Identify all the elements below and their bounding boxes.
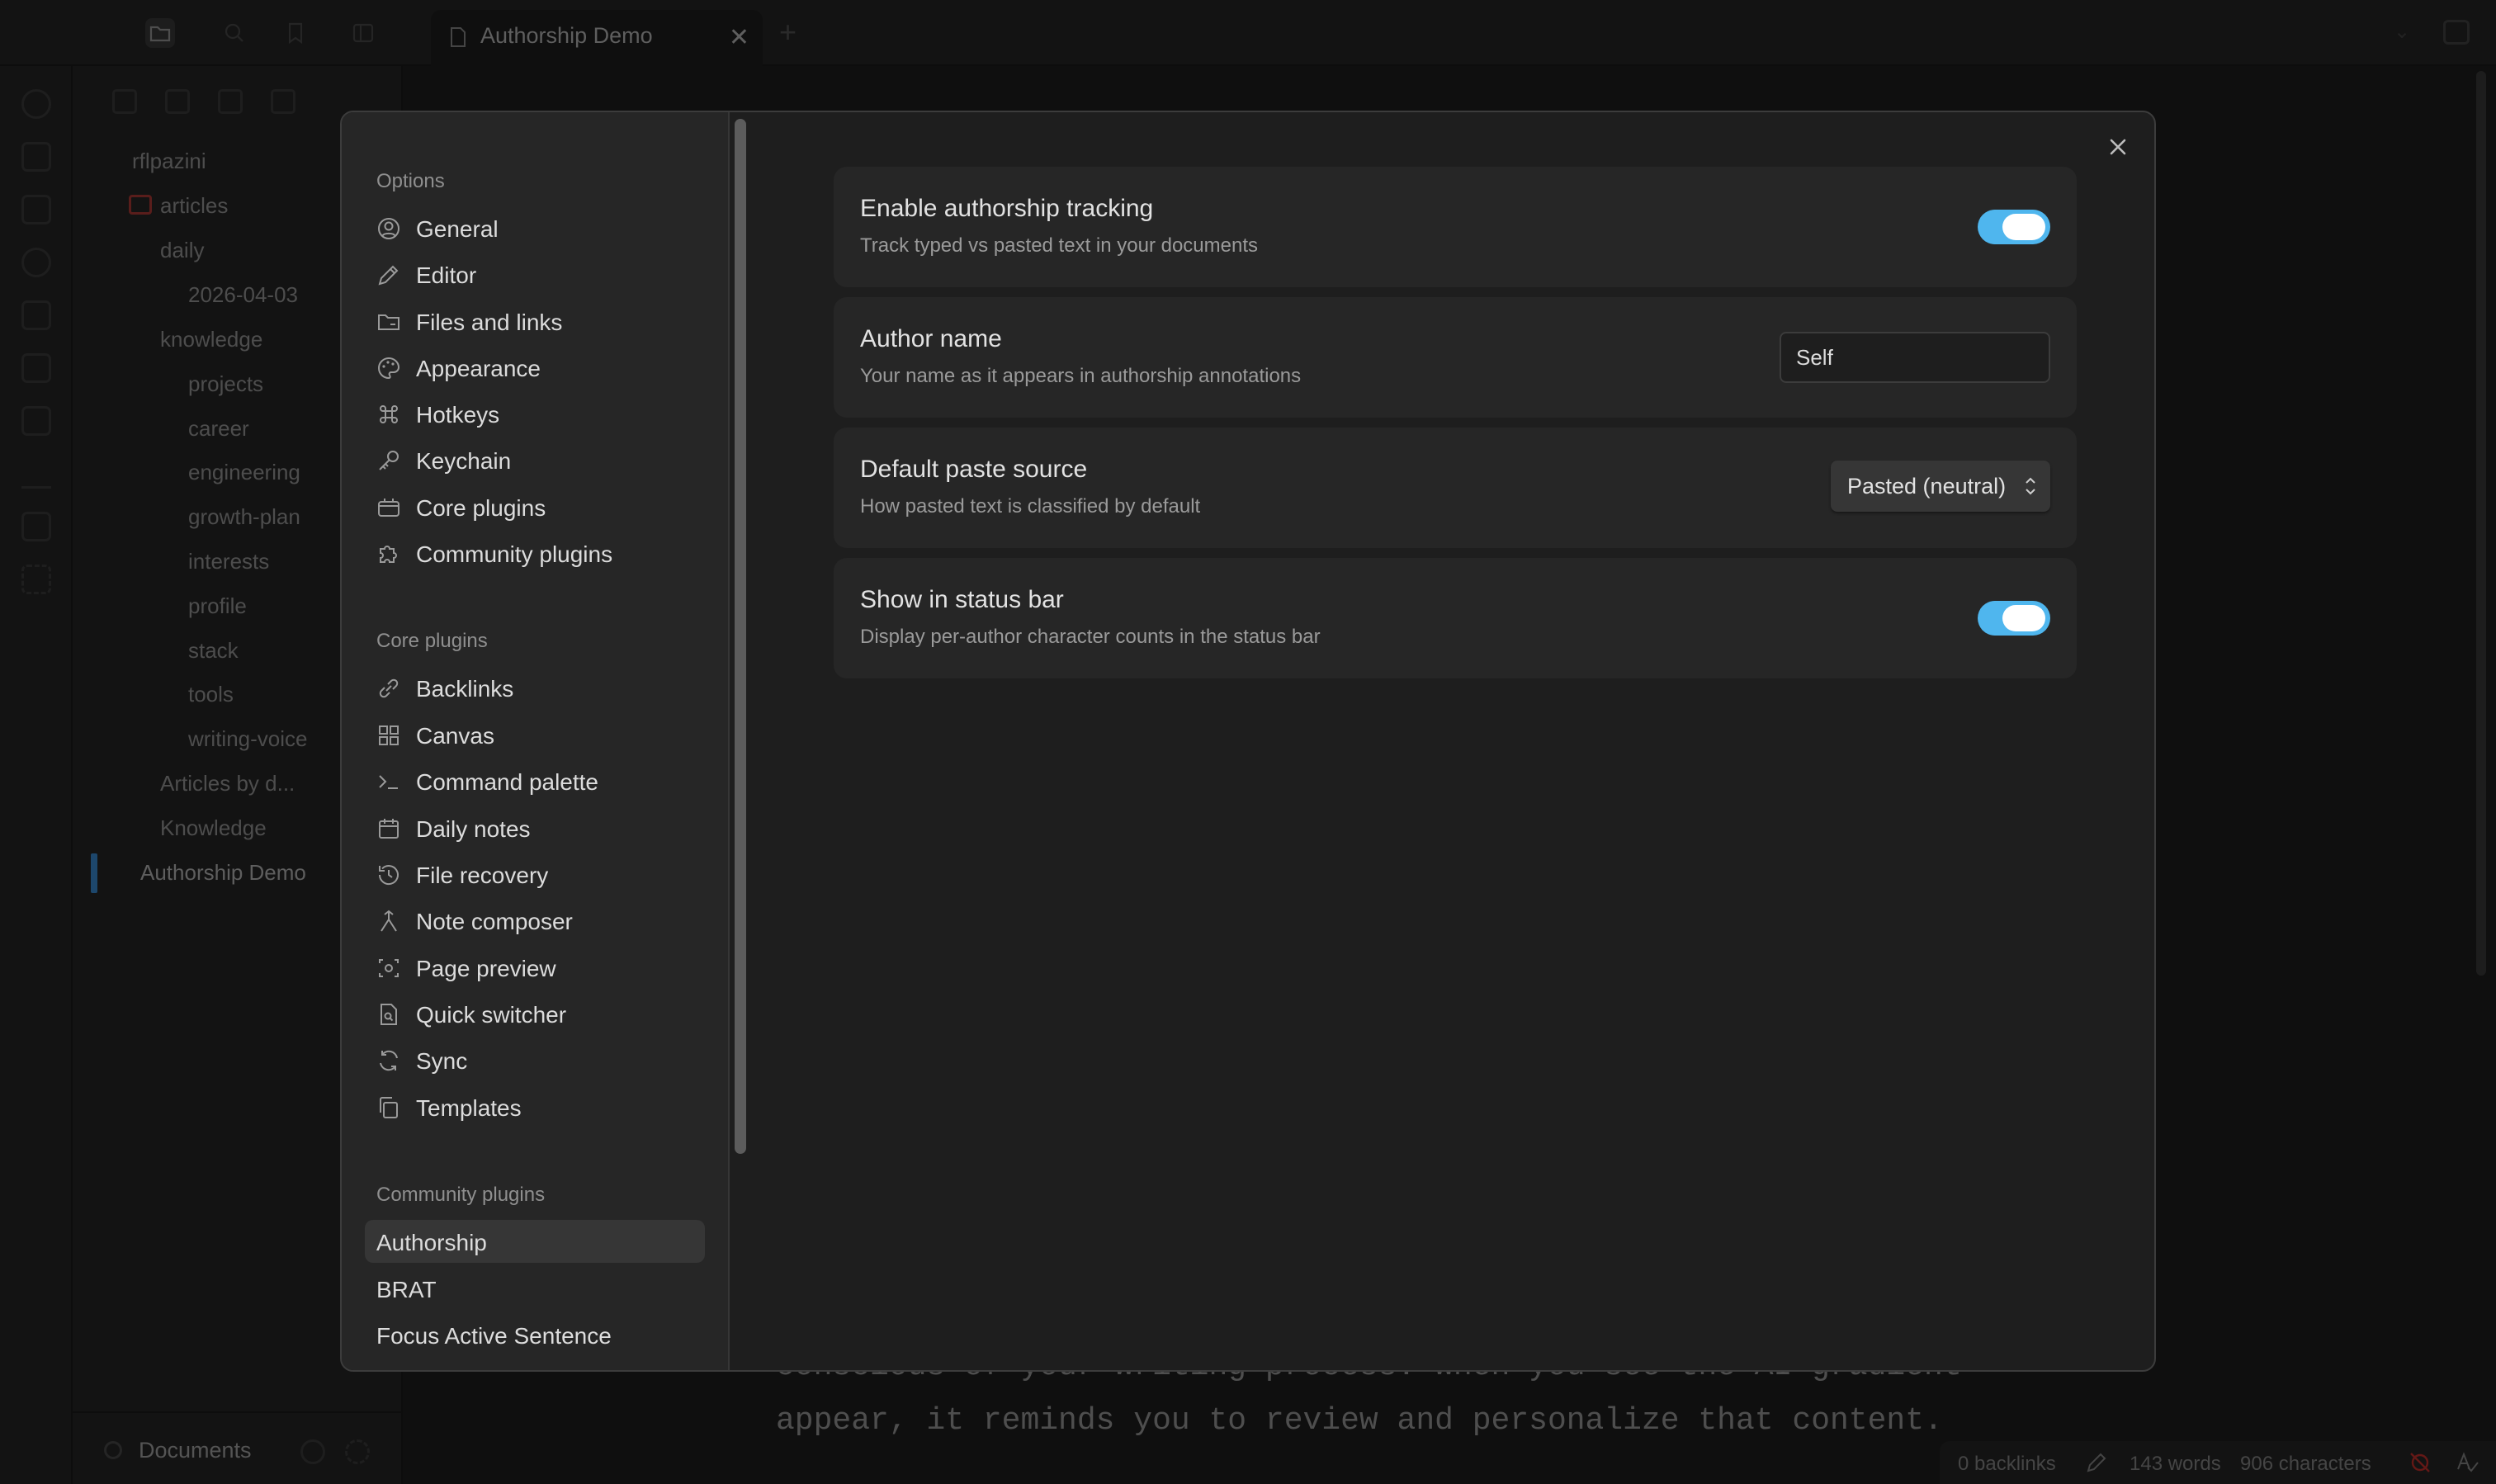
folder-link-icon [376,310,401,334]
calendar-icon [376,816,401,841]
sync-icon [376,1048,401,1073]
nav-label: BRAT [376,1277,437,1302]
setting-description: Display per-author character counts in t… [860,626,1321,648]
nav-sync[interactable]: Sync [365,1038,705,1081]
setting-author-name: Author name Your name as it appears in a… [834,297,2077,418]
eye-scan-icon [376,956,401,981]
setting-description: Your name as it appears in authorship an… [860,365,1302,387]
nav-command-palette[interactable]: Command palette [365,759,705,802]
nav-file-recovery[interactable]: File recovery [365,853,705,896]
key-icon [376,448,401,473]
nav-label: Note composer [416,909,573,934]
nav-plugin-focus-active-sentence[interactable]: Focus Active Sentence [365,1313,705,1356]
command-icon [376,402,401,427]
setting-show-in-status-bar: Show in status bar Display per-author ch… [834,558,2077,678]
nav-community-plugins[interactable]: Community plugins [365,532,705,574]
pencil-icon [376,262,401,287]
author-name-input[interactable] [1780,332,2050,383]
link-icon [376,676,401,701]
nav-label: Canvas [416,723,494,749]
settings-modal: Options General Editor Files and links A… [340,111,2156,1372]
nav-label: Hotkeys [416,402,500,428]
tracking-toggle[interactable] [1978,210,2050,244]
toggle-knob [2002,214,2045,240]
nav-daily-notes[interactable]: Daily notes [365,806,705,849]
history-icon [376,863,401,887]
palette-icon [376,356,401,380]
nav-label: File recovery [416,863,549,888]
setting-description: How pasted text is classified by default [860,495,1201,518]
copy-icon [376,1095,401,1120]
paste-source-dropdown[interactable]: Pasted (neutral) [1831,461,2050,512]
nav-appearance[interactable]: Appearance [365,346,705,389]
setting-name: Enable authorship tracking [860,195,1154,222]
nav-hotkeys[interactable]: Hotkeys [365,392,705,435]
setting-description: Track typed vs pasted text in your docum… [860,234,1259,257]
nav-label: Community plugins [416,541,613,567]
nav-label: Sync [416,1048,468,1074]
setting-enable-authorship-tracking: Enable authorship tracking Track typed v… [834,167,2077,287]
setting-name: Show in status bar [860,586,1064,613]
user-circle-icon [376,216,401,241]
nav-core-plugins[interactable]: Core plugins [365,485,705,528]
nav-backlinks[interactable]: Backlinks [365,666,705,709]
nav-label: Focus Active Sentence [376,1323,612,1349]
nav-quick-switcher[interactable]: Quick switcher [365,992,705,1035]
nav-files-and-links[interactable]: Files and links [365,300,705,343]
nav-editor[interactable]: Editor [365,253,705,295]
setting-name: Default paste source [860,456,1088,483]
nav-label: Templates [416,1095,522,1121]
nav-label: Appearance [416,356,541,381]
nav-general[interactable]: General [365,206,705,249]
nav-note-composer[interactable]: Note composer [365,899,705,942]
nav-plugin-authorship[interactable]: Authorship [365,1220,705,1263]
setting-default-paste-source: Default paste source How pasted text is … [834,428,2077,548]
nav-canvas[interactable]: Canvas [365,713,705,756]
settings-sidebar: Options General Editor Files and links A… [342,112,730,1370]
plug-box-icon [376,495,401,520]
settings-sidebar-scrollbar[interactable] [735,119,746,1154]
file-search-icon [376,1002,401,1027]
nav-label: Editor [416,262,477,288]
nav-plugin-brat[interactable]: BRAT [365,1267,705,1310]
nav-label: Backlinks [416,676,514,702]
nav-keychain[interactable]: Keychain [365,438,705,481]
community-plugins-section-header: Community plugins [376,1184,546,1206]
nav-label: Quick switcher [416,1002,567,1028]
toggle-knob [2002,605,2045,631]
nav-label: Core plugins [416,495,546,521]
nav-label: Daily notes [416,816,531,842]
status-bar-toggle[interactable] [1978,601,2050,636]
nav-label: General [416,216,499,242]
nav-page-preview[interactable]: Page preview [365,946,705,989]
options-section-header: Options [376,170,445,192]
nav-label: Page preview [416,956,556,981]
grid-icon [376,723,401,748]
puzzle-icon [376,541,401,566]
nav-label: Command palette [416,769,599,795]
merge-icon [376,909,401,933]
nav-label: Authorship [376,1230,487,1255]
core-plugins-section-header: Core plugins [376,630,488,652]
nav-templates[interactable]: Templates [365,1085,705,1128]
chevron-up-down-icon [2022,474,2039,499]
nav-label: Files and links [416,310,563,335]
terminal-icon [376,769,401,794]
close-icon[interactable] [2100,129,2136,165]
setting-name: Author name [860,325,1002,352]
dropdown-value: Pasted (neutral) [1847,474,2007,499]
nav-label: Keychain [416,448,512,474]
